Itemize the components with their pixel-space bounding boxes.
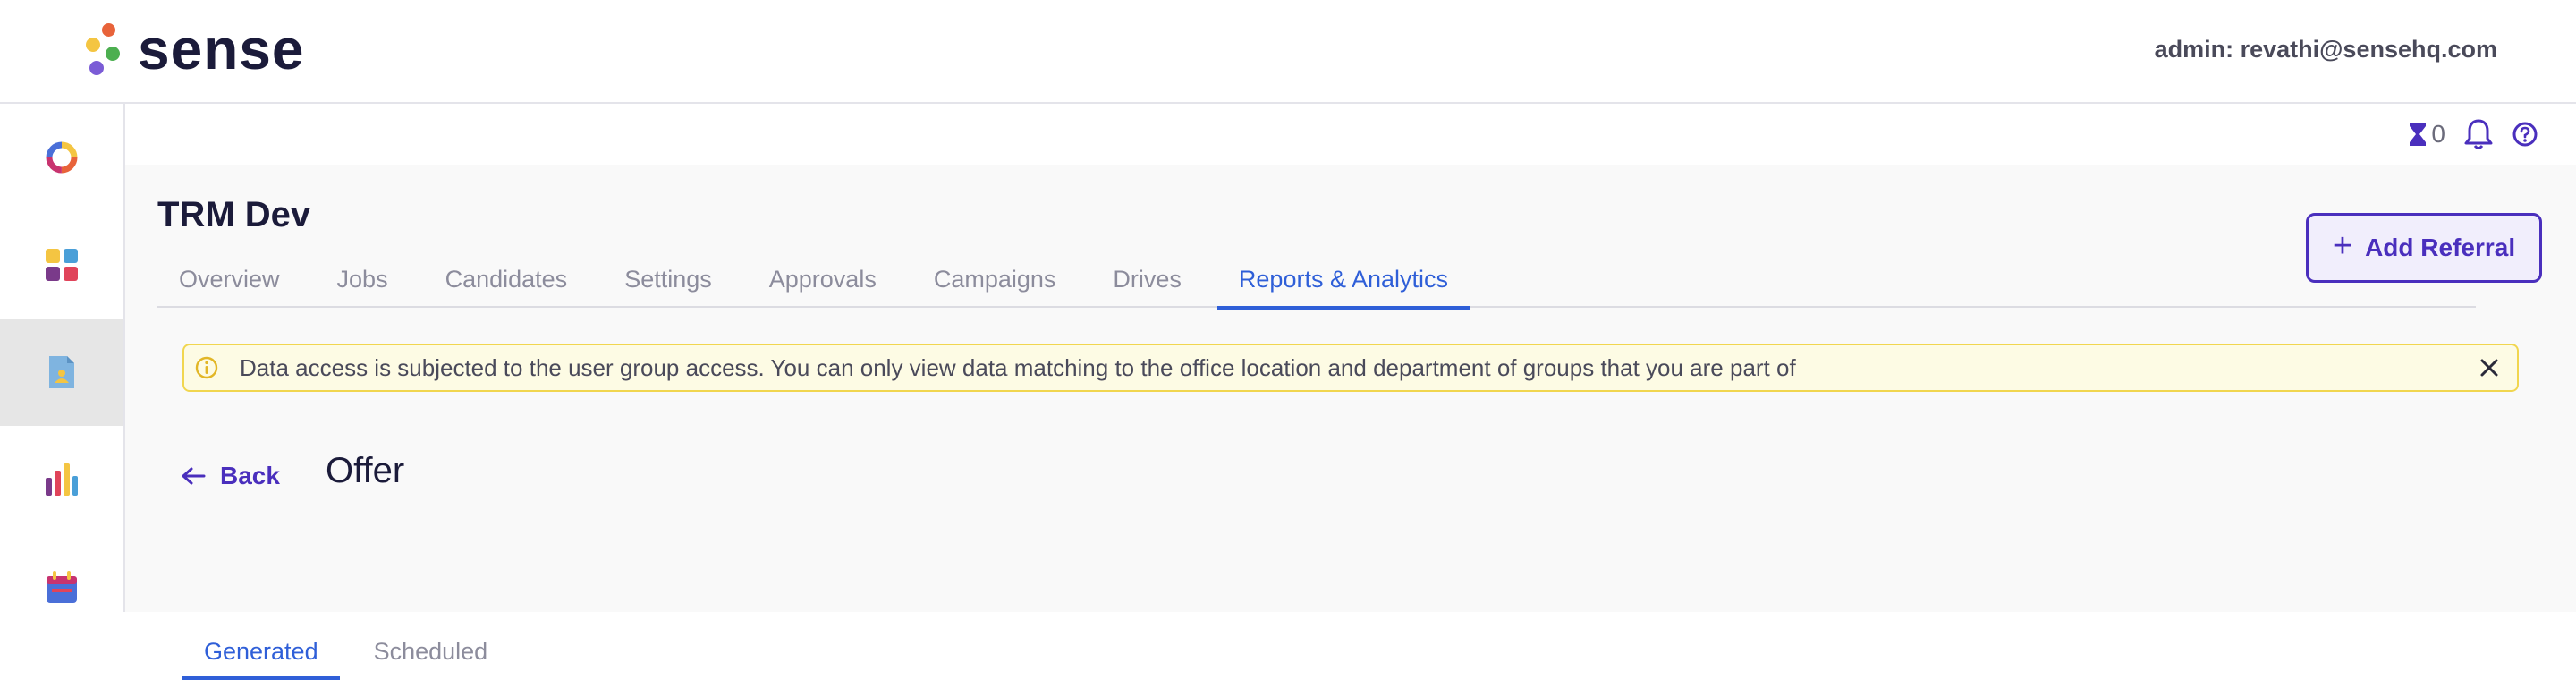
close-icon[interactable] (2476, 354, 2503, 381)
tab-overview[interactable]: Overview (157, 251, 301, 308)
tab-settings[interactable]: Settings (603, 251, 733, 308)
main-tabs: Overview Jobs Candidates Settings Approv… (157, 251, 2476, 310)
sidebar-item-calendar[interactable] (0, 533, 123, 641)
tab-reports-analytics[interactable]: Reports & Analytics (1216, 251, 1470, 310)
notice-text: Data access is subjected to the user gro… (240, 353, 1796, 381)
back-label: Back (220, 462, 280, 489)
tab-generated[interactable]: Generated (182, 623, 340, 680)
tab-jobs[interactable]: Jobs (316, 251, 410, 308)
report-subtabs: Generated Scheduled (182, 623, 521, 680)
main-content: 0 TRM Dev + Add Referral Overview Jobs C… (125, 104, 2576, 680)
sidebar-item-apps[interactable] (0, 211, 123, 319)
sidebar (0, 104, 125, 612)
report-title: Offer (326, 451, 405, 490)
sidebar-item-referrals[interactable] (0, 319, 123, 426)
admin-user-label[interactable]: admin: revathi@sensehq.com (2155, 36, 2497, 64)
pending-count: 0 (2431, 120, 2445, 148)
utility-bar: 0 (125, 104, 2576, 165)
hourglass-icon (2410, 123, 2427, 146)
tab-scheduled[interactable]: Scheduled (352, 623, 510, 680)
sidebar-item-dashboard[interactable] (0, 104, 123, 211)
help-icon[interactable] (2512, 121, 2538, 148)
tab-candidates[interactable]: Candidates (424, 251, 589, 308)
logo-dots-icon (82, 20, 125, 79)
sense-logo[interactable]: sense (82, 18, 304, 81)
brand-name: sense (138, 17, 305, 81)
tab-campaigns[interactable]: Campaigns (912, 251, 1078, 308)
top-header: sense admin: revathi@sensehq.com (0, 0, 2576, 104)
info-icon (193, 354, 220, 381)
apps-grid-icon (46, 249, 78, 281)
bell-icon[interactable] (2462, 117, 2496, 151)
page-title: TRM Dev (157, 195, 311, 234)
dashboard-icon (46, 141, 78, 174)
tab-approvals[interactable]: Approvals (748, 251, 898, 308)
arrow-left-icon (182, 467, 206, 485)
sidebar-item-analytics[interactable] (0, 426, 123, 533)
pending-counter[interactable]: 0 (2408, 120, 2445, 149)
calendar-icon (47, 571, 77, 603)
tab-drives[interactable]: Drives (1091, 251, 1203, 308)
bar-chart-icon (46, 463, 78, 496)
data-access-notice: Data access is subjected to the user gro… (182, 344, 2519, 392)
back-button[interactable]: Back (181, 455, 280, 497)
document-user-icon (49, 356, 74, 388)
